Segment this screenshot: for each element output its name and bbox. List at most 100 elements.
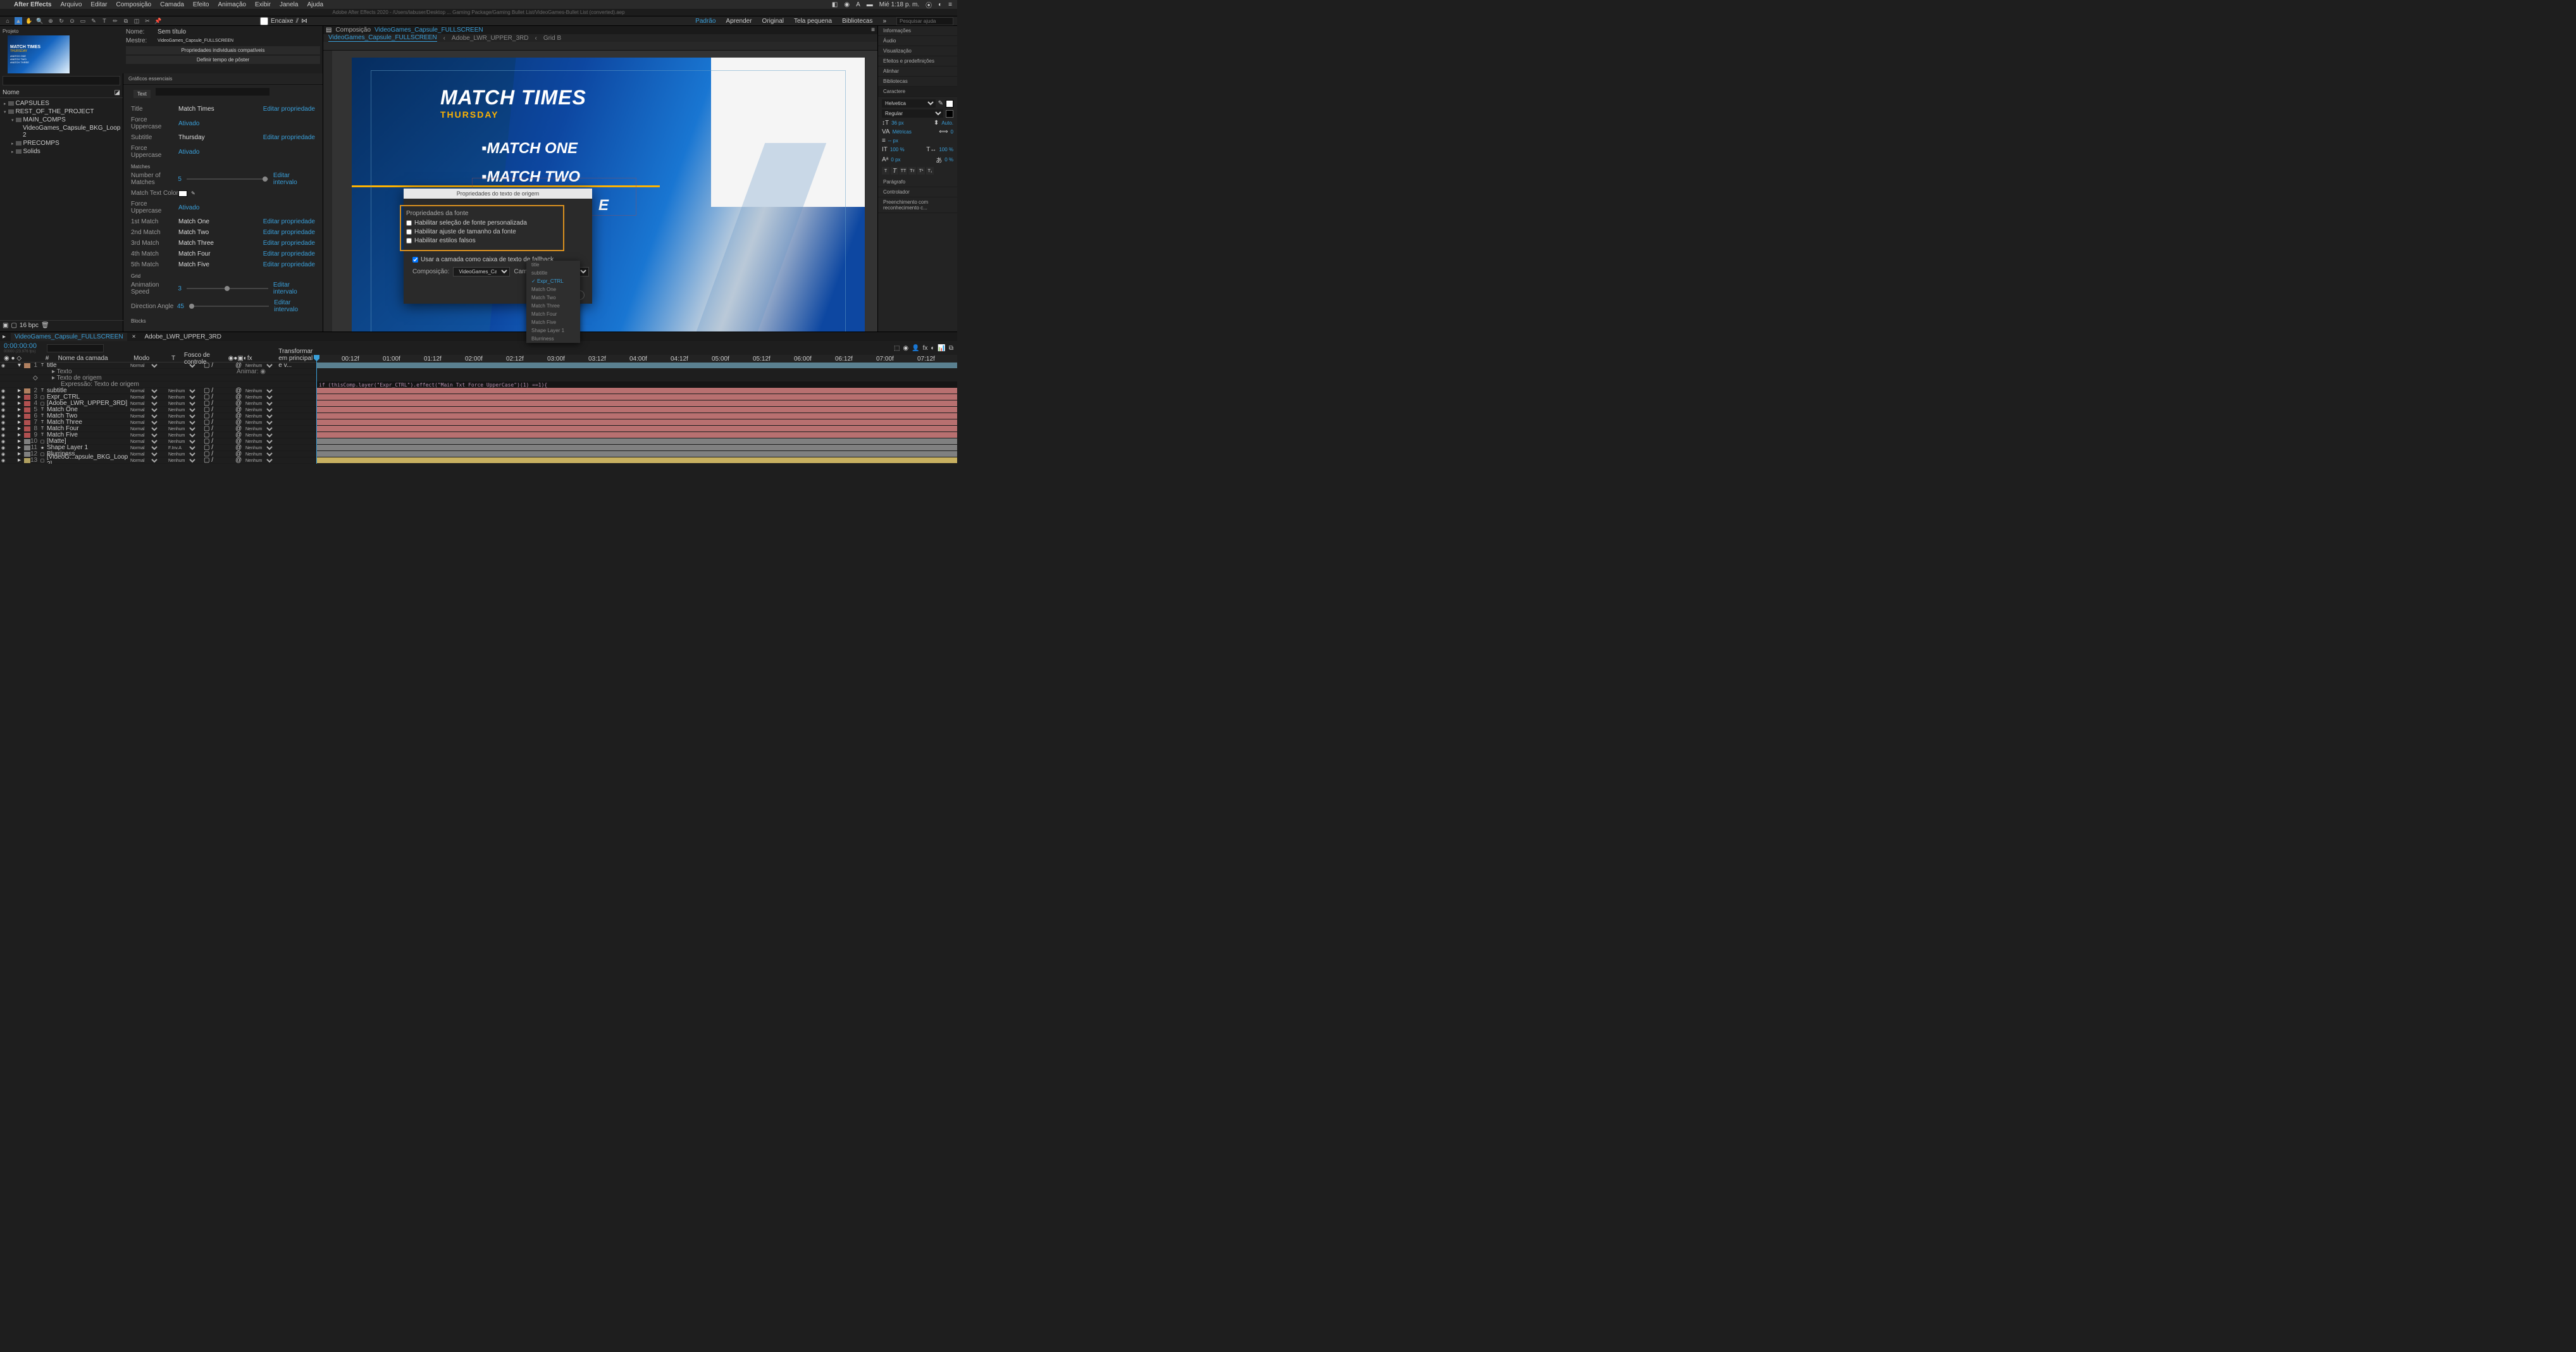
layer-bar[interactable]	[316, 432, 957, 438]
dropdown-item[interactable]: Match Two	[526, 294, 580, 302]
menu-composition[interactable]: Composição	[116, 1, 152, 8]
tl-shy-icon[interactable]: 👤	[912, 345, 919, 352]
bpc-toggle[interactable]: 16 bpc	[20, 322, 39, 329]
app-name[interactable]: After Effects	[14, 1, 51, 8]
superscript-button[interactable]: T¹	[917, 167, 925, 175]
pen-tool[interactable]: ✎	[90, 17, 97, 25]
layer-bar[interactable]	[316, 445, 957, 450]
comp-select[interactable]: VideoGames_Capsule_...	[453, 267, 510, 276]
panel-audio[interactable]: Áudio	[878, 36, 957, 46]
clone-tool[interactable]: ⧉	[122, 17, 130, 25]
siri-icon[interactable]: ◐	[938, 1, 942, 8]
spotlight-icon[interactable]: ⦿	[926, 0, 932, 9]
roto-tool[interactable]: ✂	[144, 17, 151, 25]
font-size[interactable]: 36 px	[891, 120, 904, 126]
tl-fx-icon[interactable]: fx	[923, 345, 928, 352]
fallback-checkbox[interactable]	[412, 257, 418, 263]
layer-bar[interactable]	[316, 413, 957, 419]
snap-opt2-icon[interactable]: ⋈	[301, 18, 307, 25]
orbit-tool[interactable]: ⊕	[47, 17, 54, 25]
custom-font-checkbox[interactable]	[406, 220, 412, 226]
col-name[interactable]: Nome	[3, 89, 20, 96]
font-family-select[interactable]: Helvetica	[882, 99, 936, 108]
timeline-layer[interactable]: ◉▸13▢[VideoG...apsule_BKG_Loop 2]NormalN…	[0, 457, 316, 464]
menu-edit[interactable]: Editar	[90, 1, 107, 8]
compatible-props-button[interactable]: Propriedades individuais compatíveis	[126, 46, 320, 54]
brush-tool[interactable]: ✏	[111, 17, 119, 25]
color-swatch[interactable]	[178, 190, 187, 197]
menu-file[interactable]: Arquivo	[60, 1, 82, 8]
workspace-learn[interactable]: Aprender	[726, 18, 752, 25]
panel-libraries[interactable]: Bibliotecas	[878, 77, 957, 87]
workspace-menu-icon[interactable]: »	[882, 18, 886, 25]
visibility-toggle[interactable]: ◉	[0, 420, 6, 425]
egp-text-input[interactable]	[156, 88, 269, 96]
menu-effect[interactable]: Efeito	[193, 1, 209, 8]
visibility-toggle[interactable]: ◉	[0, 407, 6, 412]
layer-bar[interactable]	[316, 400, 957, 406]
tl-tab-main[interactable]: VideoGames_Capsule_FULLSCREEN	[11, 333, 127, 341]
panel-character[interactable]: Caractere	[878, 87, 957, 97]
visibility-toggle[interactable]: ◉	[0, 388, 6, 394]
tl-tool1-icon[interactable]: ⬚	[894, 345, 900, 352]
menu-animation[interactable]: Animação	[218, 1, 245, 8]
edit-property-link[interactable]: Editar propriedade	[263, 134, 315, 141]
clock[interactable]: Mié 1:18 p. m.	[879, 1, 919, 8]
timeline-search-input[interactable]	[47, 344, 104, 352]
visibility-toggle[interactable]: ◉	[0, 445, 6, 450]
zoom-tool[interactable]: 🔍	[36, 17, 44, 25]
font-size-checkbox[interactable]	[406, 229, 412, 235]
status-icon[interactable]: ◧	[832, 1, 838, 8]
workspace-libs[interactable]: Bibliotecas	[842, 18, 872, 25]
comp-name-link[interactable]: VideoGames_Capsule_FULLSCREEN	[375, 27, 483, 34]
comp-icon[interactable]: ▤	[326, 27, 331, 34]
help-search-input[interactable]	[896, 17, 953, 25]
col-parent[interactable]: Transformar em principal e v...	[278, 348, 316, 369]
col-mode[interactable]: Modo	[133, 355, 171, 362]
panel-info[interactable]: Informações	[878, 26, 957, 36]
tree-item[interactable]: ▸Solids	[1, 147, 121, 156]
font-style-select[interactable]: Regular	[882, 109, 943, 118]
leading-value[interactable]: Auto.	[941, 120, 953, 126]
selection-tool[interactable]: ▲	[15, 17, 22, 25]
panel-align[interactable]: Alinhar	[878, 66, 957, 77]
subtab-main[interactable]: VideoGames_Capsule_FULLSCREEN	[328, 34, 437, 42]
tl-graph-icon[interactable]: 📊	[938, 345, 945, 352]
dropdown-item[interactable]: Blurriness	[526, 335, 580, 343]
italic-button[interactable]: T	[891, 167, 898, 175]
visibility-toggle[interactable]: ◉	[0, 458, 6, 463]
dropdown-item[interactable]: Match One	[526, 285, 580, 294]
layer-bar[interactable]	[316, 457, 957, 463]
flag-icon[interactable]: ▬	[867, 1, 873, 8]
eyedropper-icon[interactable]: ✎	[938, 100, 943, 107]
dropdown-item[interactable]: subtitle	[526, 269, 580, 277]
layer-bar[interactable]	[316, 419, 957, 425]
panel-preview[interactable]: Visualização	[878, 46, 957, 56]
smallcaps-button[interactable]: Tᴛ	[908, 167, 916, 175]
tl-icon[interactable]: ▸	[3, 333, 6, 340]
baseline-shift[interactable]: 0 px	[891, 157, 900, 163]
panel-menu-icon[interactable]: ≡	[871, 27, 875, 34]
delete-icon[interactable]: 🗑	[41, 322, 49, 329]
tree-item[interactable]: ▸CAPSULES	[1, 99, 121, 108]
project-search-input[interactable]	[3, 76, 120, 85]
stroke-swatch[interactable]	[946, 110, 953, 118]
tracking-value[interactable]: 0	[951, 129, 953, 135]
rect-tool[interactable]: ▭	[79, 17, 87, 25]
layer-bar[interactable]	[316, 438, 957, 444]
poster-time-button[interactable]: Definir tempo de pôster	[126, 56, 320, 64]
tl-tool2-icon[interactable]: ◉	[903, 345, 908, 352]
visibility-toggle[interactable]: ◉	[0, 395, 6, 400]
eraser-tool[interactable]: ◫	[133, 17, 140, 25]
workspace-small[interactable]: Tela pequena	[794, 18, 832, 25]
visibility-toggle[interactable]: ◉	[0, 401, 6, 406]
tree-item[interactable]: ▸PRECOMPS	[1, 139, 121, 147]
dropdown-item[interactable]: title	[526, 261, 580, 269]
home-icon[interactable]: ⌂	[4, 17, 11, 25]
name-value[interactable]: Sem título	[158, 28, 186, 35]
dropdown-item[interactable]: Expr_CTRL	[526, 277, 580, 285]
edit-property-link[interactable]: Editar propriedade	[263, 106, 315, 113]
subscript-button[interactable]: T₁	[926, 167, 934, 175]
new-comp-icon[interactable]: ▣	[3, 322, 8, 329]
subtab-lower[interactable]: Adobe_LWR_UPPER_3RD	[452, 35, 529, 42]
